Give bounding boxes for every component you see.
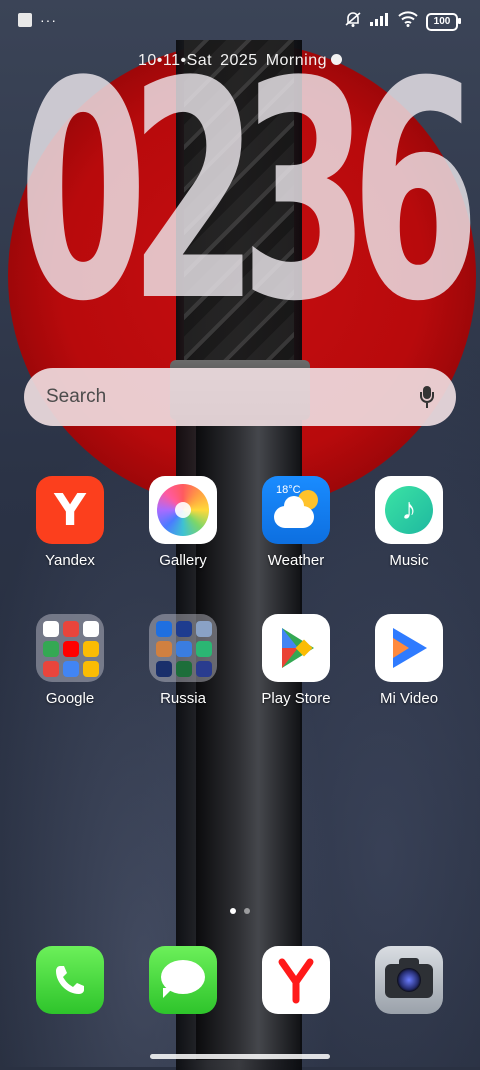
folder-russia[interactable]: Russia (133, 614, 233, 707)
page-dot-2[interactable] (244, 908, 250, 914)
app-label: Russia (160, 690, 206, 707)
dock-messages[interactable] (149, 946, 217, 1014)
clock-widget[interactable]: 0236 (18, 43, 480, 343)
home-indicator[interactable] (150, 1054, 330, 1059)
search-bar[interactable]: Search (24, 368, 456, 426)
app-weather[interactable]: 18°C Weather (246, 476, 346, 569)
play-store-icon (262, 614, 330, 682)
app-label: Weather (267, 552, 325, 569)
folder-google[interactable]: Google (20, 614, 120, 707)
mi-video-icon (375, 614, 443, 682)
app-gallery[interactable]: Gallery (133, 476, 233, 569)
app-label: Play Store (261, 690, 331, 707)
app-label: Mi Video (379, 690, 439, 707)
phone-icon (56, 966, 84, 994)
app-music[interactable]: ♪ Music (359, 476, 459, 569)
app-label: Google (45, 690, 95, 707)
app-play-store[interactable]: Play Store (246, 614, 346, 707)
russia-folder-icon (149, 614, 217, 682)
google-folder-icon (36, 614, 104, 682)
microphone-icon[interactable] (420, 386, 434, 408)
app-yandex[interactable]: Y Yandex (20, 476, 120, 569)
page-dot-1[interactable] (230, 908, 236, 914)
dock-camera[interactable] (375, 946, 443, 1014)
weather-icon: 18°C (262, 476, 330, 544)
dock-yandex-browser[interactable] (262, 946, 330, 1014)
app-label: Yandex (45, 552, 95, 569)
app-label: Gallery (159, 552, 207, 569)
app-label: Music (389, 552, 429, 569)
music-icon: ♪ (375, 476, 443, 544)
page-indicator (0, 908, 480, 914)
dock-phone[interactable] (36, 946, 104, 1014)
app-mi-video[interactable]: Mi Video (359, 614, 459, 707)
gallery-icon (149, 476, 217, 544)
cloud-icon (274, 496, 314, 528)
weather-temp: 18°C (276, 484, 301, 496)
yandex-icon: Y (36, 476, 104, 544)
search-placeholder: Search (46, 386, 107, 407)
yandex-browser-icon (278, 958, 314, 1004)
